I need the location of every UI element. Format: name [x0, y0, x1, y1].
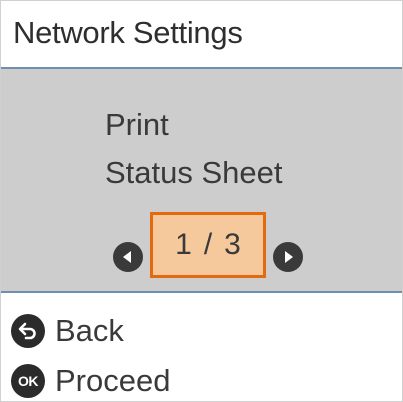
proceed-label: Proceed	[55, 363, 171, 398]
back-arrow-circle-icon	[11, 314, 45, 348]
menu-panel: Print Status Sheet 1 / 3	[1, 69, 402, 291]
left-triangle-glyph	[123, 251, 131, 263]
page-title: Network Settings	[13, 15, 243, 50]
proceed-button[interactable]: OK Proceed	[11, 359, 171, 401]
menu-option-line1[interactable]: Print	[105, 107, 169, 143]
right-arrow-circle-icon[interactable]	[273, 242, 303, 272]
page-separator: /	[203, 228, 213, 261]
printer-lcd-screen: Network Settings Print Status Sheet 1 / …	[0, 0, 403, 402]
title-bar: Network Settings	[1, 1, 402, 67]
footer-hints: Back OK Proceed	[1, 293, 402, 401]
ok-circle-icon: OK	[11, 364, 45, 398]
back-arrow-glyph	[18, 322, 36, 340]
left-arrow-circle-icon[interactable]	[113, 242, 143, 272]
page-total: 3	[224, 228, 241, 261]
right-triangle-glyph	[285, 251, 293, 263]
back-label: Back	[55, 313, 124, 348]
menu-option-line2[interactable]: Status Sheet	[105, 155, 283, 191]
page-current: 1	[175, 228, 192, 261]
page-indicator: 1 / 3	[150, 212, 266, 278]
back-button[interactable]: Back	[11, 309, 124, 353]
